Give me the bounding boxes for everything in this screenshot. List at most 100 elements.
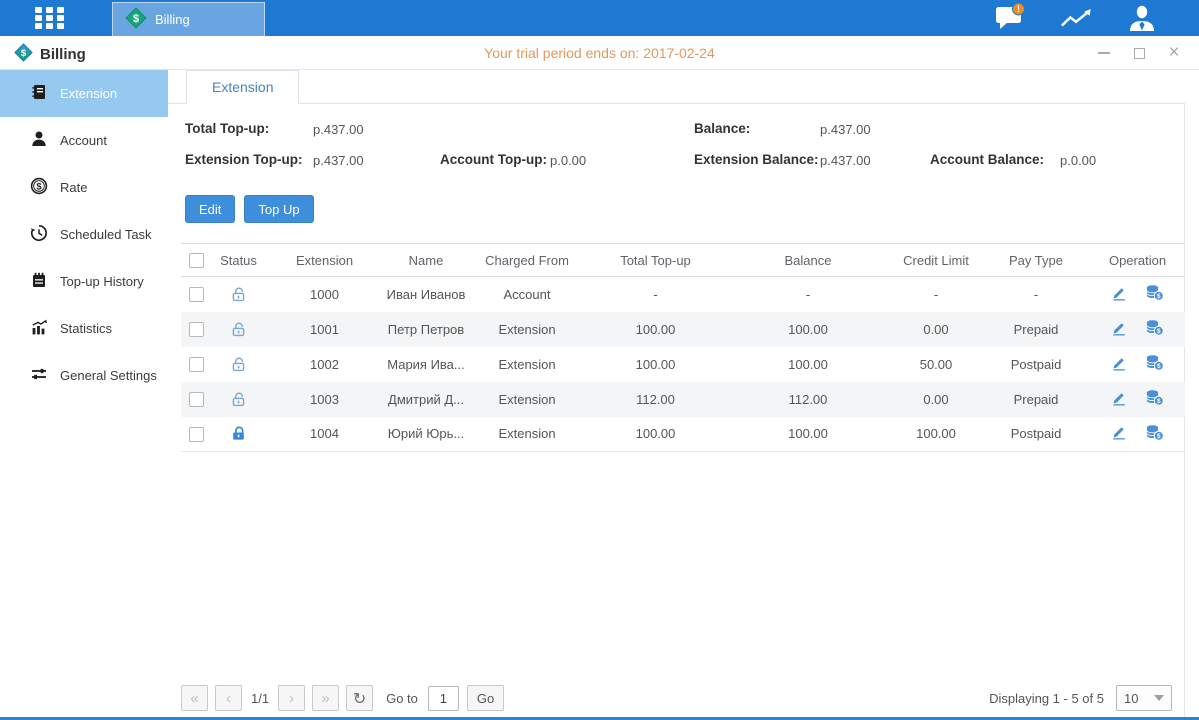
sidebar: Extension Account $ Rate Sc: [0, 70, 168, 717]
minimize-button[interactable]: [1097, 46, 1111, 60]
cell-balance: 100.00: [726, 312, 890, 347]
cell-pay-type: Prepaid: [982, 382, 1090, 417]
dollar-coin-icon: $: [30, 177, 48, 198]
sidebar-item-rate[interactable]: $ Rate: [0, 164, 168, 211]
cell-name: Юрий Юрь...: [383, 417, 469, 452]
topup-row-icon[interactable]: $: [1145, 354, 1164, 374]
reports-chart-icon[interactable]: [1059, 3, 1093, 33]
topup-row-icon[interactable]: $: [1145, 389, 1164, 409]
svg-text:$: $: [1157, 398, 1161, 405]
cell-balance: 112.00: [726, 382, 890, 417]
tab-strip: Extension: [168, 70, 1185, 104]
billing-diamond-icon: $: [125, 7, 147, 32]
topup-row-icon[interactable]: $: [1145, 424, 1164, 444]
ledger-icon: [30, 271, 48, 292]
cell-balance: -: [726, 277, 890, 312]
topup-row-icon[interactable]: $: [1145, 319, 1164, 339]
status-lock-icon: [230, 390, 247, 405]
page-size-select[interactable]: 10: [1116, 685, 1172, 711]
col-pay-type: Pay Type: [982, 244, 1090, 277]
table-row[interactable]: 1001 Петр Петров Extension 100.00 100.00…: [181, 312, 1185, 347]
history-clock-icon: [30, 224, 48, 245]
row-checkbox[interactable]: [189, 322, 204, 337]
cell-extension: 1003: [266, 382, 383, 417]
sidebar-item-label: Statistics: [60, 321, 112, 336]
cell-credit-limit: 50.00: [890, 347, 982, 382]
last-page-button[interactable]: »: [312, 685, 339, 711]
row-checkbox[interactable]: [189, 427, 204, 442]
col-name: Name: [383, 244, 469, 277]
sidebar-item-extension[interactable]: Extension: [0, 70, 168, 117]
sidebar-item-scheduled-task[interactable]: Scheduled Task: [0, 211, 168, 258]
cell-charged-from: Extension: [469, 347, 585, 382]
extension-balance-label: Extension Balance:: [694, 152, 819, 167]
table-row[interactable]: 1003 Дмитрий Д... Extension 112.00 112.0…: [181, 382, 1185, 417]
row-checkbox[interactable]: [189, 287, 204, 302]
cell-name: Дмитрий Д...: [383, 382, 469, 417]
prev-page-button[interactable]: ‹: [215, 685, 242, 711]
sidebar-item-account[interactable]: Account: [0, 117, 168, 164]
edit-row-icon[interactable]: [1111, 355, 1127, 374]
taskbar-item-billing[interactable]: $ Billing: [112, 2, 265, 36]
sidebar-item-general-settings[interactable]: General Settings: [0, 352, 168, 399]
edit-row-icon[interactable]: [1111, 390, 1127, 409]
account-topup-value: p.0.00: [550, 153, 586, 168]
sidebar-item-topup-history[interactable]: Top-up History: [0, 258, 168, 305]
sidebar-item-label: General Settings: [60, 368, 157, 383]
close-button[interactable]: ×: [1167, 46, 1181, 60]
table-row[interactable]: 1000 Иван Иванов Account - - - - $: [181, 277, 1185, 312]
maximize-button[interactable]: [1132, 46, 1146, 60]
goto-page-input[interactable]: [428, 686, 459, 711]
refresh-button[interactable]: ↻: [346, 685, 373, 711]
svg-text:$: $: [36, 181, 42, 192]
app-launcher-icon[interactable]: [35, 7, 71, 30]
window-titlebar: $ Billing Your trial period ends on: 201…: [0, 36, 1199, 70]
notification-badge: !: [1017, 4, 1020, 14]
sidebar-item-label: Top-up History: [60, 274, 144, 289]
topup-button[interactable]: Top Up: [244, 195, 313, 223]
edit-row-icon[interactable]: [1111, 424, 1127, 443]
cell-pay-type: -: [982, 277, 1090, 312]
cell-credit-limit: 100.00: [890, 417, 982, 452]
go-button[interactable]: Go: [467, 685, 504, 711]
col-extension: Extension: [266, 244, 383, 277]
extension-topup-label: Extension Top-up:: [185, 152, 303, 167]
cell-charged-from: Extension: [469, 382, 585, 417]
table-body: 1000 Иван Иванов Account - - - - $: [181, 277, 1185, 452]
col-total-topup: Total Top-up: [585, 244, 726, 277]
row-checkbox[interactable]: [189, 392, 204, 407]
svg-text:$: $: [133, 13, 139, 25]
row-checkbox[interactable]: [189, 357, 204, 372]
cell-pay-type: Postpaid: [982, 417, 1090, 452]
bar-chart-icon: [30, 318, 48, 339]
extension-table: Status Extension Name Charged From Total…: [181, 243, 1185, 452]
cell-extension: 1001: [266, 312, 383, 347]
edit-row-icon[interactable]: [1111, 320, 1127, 339]
edit-button[interactable]: Edit: [185, 195, 235, 223]
table-header-row: Status Extension Name Charged From Total…: [181, 244, 1185, 277]
messages-icon[interactable]: !: [993, 3, 1027, 33]
topup-row-icon[interactable]: $: [1145, 284, 1164, 304]
next-page-button[interactable]: ›: [278, 685, 305, 711]
table-row[interactable]: 1002 Мария Ива... Extension 100.00 100.0…: [181, 347, 1185, 382]
table-row[interactable]: 1004 Юрий Юрь... Extension 100.00 100.00…: [181, 417, 1185, 452]
tab-extension[interactable]: Extension: [186, 70, 299, 104]
page-size-value: 10: [1124, 691, 1138, 706]
edit-row-icon[interactable]: [1111, 285, 1127, 304]
select-all-checkbox[interactable]: [189, 253, 204, 268]
first-page-button[interactable]: «: [181, 685, 208, 711]
summary-panel: Total Top-up: p.437.00 Balance: p.437.00…: [168, 104, 1184, 214]
account-balance-label: Account Balance:: [930, 152, 1044, 167]
cell-name: Иван Иванов: [383, 277, 469, 312]
sidebar-item-statistics[interactable]: Statistics: [0, 305, 168, 352]
cell-name: Мария Ива...: [383, 347, 469, 382]
cell-total-topup: 100.00: [585, 312, 726, 347]
col-charged-from: Charged From: [469, 244, 585, 277]
svg-text:$: $: [1157, 328, 1161, 335]
chevron-down-icon: [1154, 695, 1164, 701]
svg-text:$: $: [1157, 293, 1161, 300]
desktop-topbar: $ Billing !: [0, 0, 1199, 36]
cell-name: Петр Петров: [383, 312, 469, 347]
svg-text:$: $: [1157, 363, 1161, 370]
user-account-icon[interactable]: [1125, 3, 1159, 33]
